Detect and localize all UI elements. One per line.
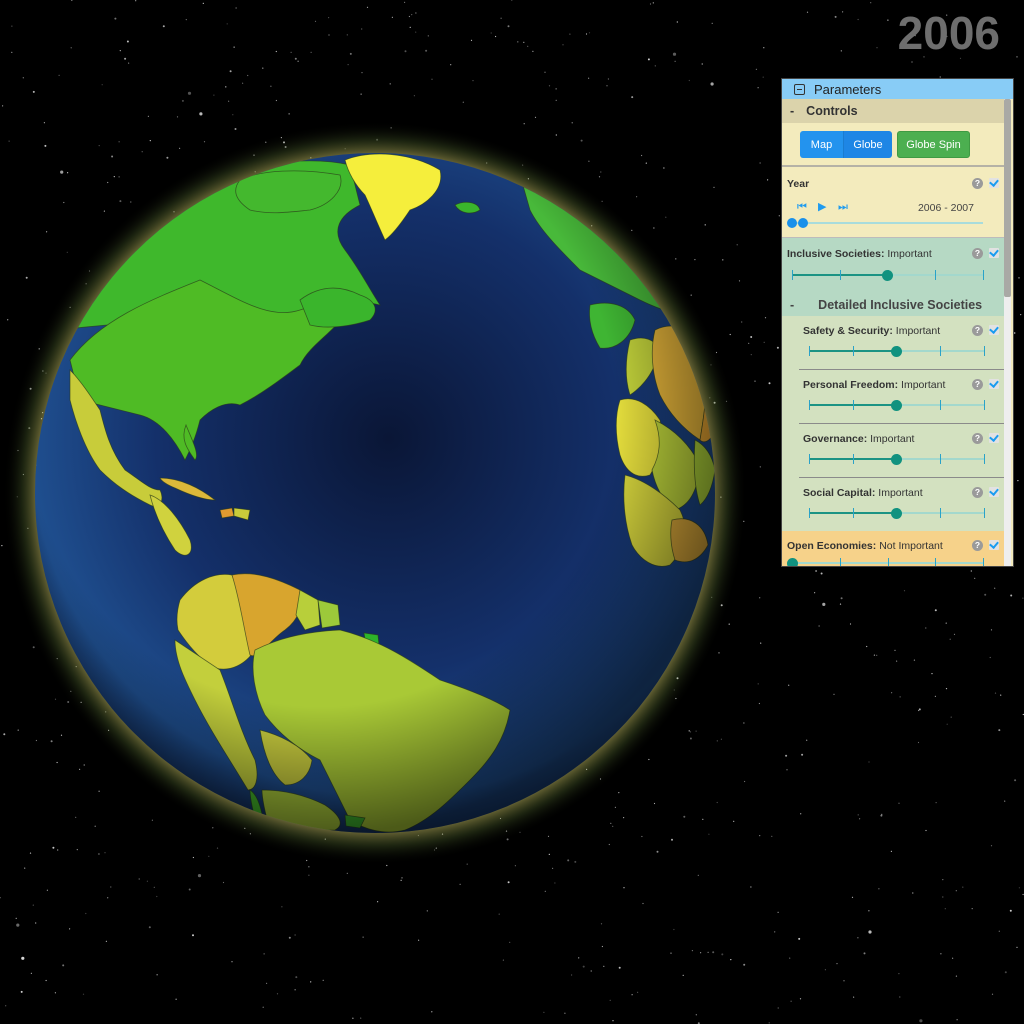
safety-security-parameter: Safety & Security: Important ? (799, 316, 1004, 370)
open-economies-parameter: Open Economies: Not Important ? (782, 531, 1004, 566)
slider-tick (983, 558, 984, 566)
open-economies-checkbox[interactable] (989, 540, 999, 550)
panel-scroll-area: - Controls Map Globe Globe Spin Year ? ⏮… (782, 99, 1004, 566)
year-start-handle[interactable] (787, 218, 797, 228)
controls-section-label: Controls (806, 104, 858, 118)
detailed-parameters-list: Safety & Security: Important ? Personal … (782, 316, 1004, 531)
year-label: Year (787, 178, 810, 190)
parameter-checkbox[interactable] (989, 433, 999, 443)
parameter-checkbox[interactable] (989, 379, 999, 389)
detailed-section-label: Detailed Inclusive Societies (818, 298, 983, 312)
year-parameter: Year ? ⏮︎ ▶︎ ⏭︎ 2006 - 2007 (782, 167, 1004, 238)
parameter-checkbox[interactable] (989, 487, 999, 497)
slider-tick (984, 508, 985, 518)
slider-tick (984, 346, 985, 356)
year-slider-track[interactable] (792, 222, 983, 224)
social-capital-parameter: Social Capital: Important ? (799, 478, 1004, 531)
help-icon[interactable]: ? (972, 325, 983, 336)
panel-scrollbar-thumb[interactable] (1004, 99, 1011, 297)
parameter-label: Social Capital: (803, 487, 876, 499)
slider-tick (887, 558, 889, 566)
governance-parameter: Governance: Important ? (799, 424, 1004, 478)
collapse-controls-icon[interactable]: - (790, 104, 794, 118)
open-economies-label: Open Economies: (787, 540, 877, 552)
slider-tick (852, 346, 854, 356)
parameters-panel: Parameters - Controls Map Globe Globe Sp… (782, 79, 1013, 566)
globe-shading (35, 153, 715, 833)
governance-slider[interactable] (809, 453, 985, 465)
globe-spin-button[interactable]: Globe Spin (897, 131, 970, 158)
map-button[interactable]: Map (800, 131, 844, 158)
slider-tick (809, 454, 810, 464)
inclusive-societies-label: Inclusive Societies: (787, 248, 885, 260)
globe-button[interactable]: Globe (844, 131, 892, 158)
inclusive-societies-parameter: Inclusive Societies: Important ? (782, 238, 1004, 294)
slider-tick (809, 400, 810, 410)
parameter-label: Safety & Security: (803, 325, 893, 337)
slider-handle[interactable] (891, 507, 902, 519)
parameter-checkbox[interactable] (989, 325, 999, 335)
slider-tick (852, 508, 854, 518)
parameter-value: Important (870, 433, 915, 445)
slider-handle[interactable] (882, 269, 893, 281)
slider-tick (852, 400, 854, 410)
controls-section-header[interactable]: - Controls (782, 99, 1004, 123)
slider-handle[interactable] (891, 345, 902, 357)
slider-tick (852, 454, 854, 464)
slider-handle[interactable] (891, 399, 902, 411)
open-economies-help-icon[interactable]: ? (972, 540, 983, 551)
play-icon[interactable]: ▶︎ (818, 200, 826, 213)
help-icon[interactable]: ? (972, 487, 983, 498)
inclusive-societies-slider[interactable] (792, 269, 984, 281)
inclusive-societies-value: Important (887, 248, 932, 260)
open-economies-value: Not Important (879, 540, 943, 552)
panel-title: Parameters (814, 81, 882, 97)
social-capital-slider[interactable] (809, 507, 985, 519)
slider-handle[interactable] (891, 453, 902, 465)
year-end-handle[interactable] (798, 218, 809, 228)
view-mode-toggle: Map Globe (800, 131, 892, 158)
slider-tick (935, 270, 937, 280)
safety-security-slider[interactable] (809, 345, 985, 357)
slider-tick (940, 454, 942, 464)
slider-tick (839, 270, 841, 280)
slider-tick (940, 346, 942, 356)
personal-freedom-slider[interactable] (809, 399, 985, 411)
slider-tick (983, 270, 984, 280)
inclusive-societies-help-icon[interactable]: ? (972, 248, 983, 259)
slider-handle[interactable] (786, 557, 798, 566)
parameter-label: Personal Freedom: (803, 379, 899, 391)
slider-tick (984, 454, 985, 464)
year-display: 2006 (897, 7, 1000, 59)
panel-header[interactable]: Parameters (782, 79, 1013, 99)
slider-tick (984, 400, 985, 410)
collapse-panel-icon[interactable] (794, 83, 805, 95)
detailed-inclusive-societies-header[interactable]: - Detailed Inclusive Societies (782, 294, 1004, 316)
parameter-value: Important (895, 325, 941, 337)
slider-tick (940, 400, 942, 410)
skip-forward-icon[interactable]: ⏭︎ (838, 201, 848, 214)
year-checkbox[interactable] (989, 178, 999, 188)
open-economies-slider[interactable] (786, 557, 984, 566)
year-range-text: 2006 - 2007 (917, 202, 974, 214)
personal-freedom-parameter: Personal Freedom: Important ? (799, 370, 1004, 424)
slider-tick (809, 508, 810, 518)
inclusive-societies-checkbox[interactable] (989, 248, 999, 258)
controls-row: Map Globe Globe Spin (782, 123, 1004, 167)
parameter-value: Important (878, 487, 923, 499)
year-help-icon[interactable]: ? (972, 178, 983, 189)
parameter-label: Governance: (803, 433, 868, 445)
help-icon[interactable]: ? (972, 379, 983, 390)
slider-tick (935, 558, 937, 566)
help-icon[interactable]: ? (972, 433, 983, 444)
slider-tick (809, 346, 810, 356)
parameter-value: Important (901, 379, 946, 391)
skip-back-icon[interactable]: ⏮︎ (797, 201, 807, 214)
slider-tick (940, 508, 942, 518)
collapse-detailed-icon[interactable]: - (790, 298, 794, 312)
slider-tick (792, 270, 793, 280)
slider-tick (839, 558, 841, 566)
